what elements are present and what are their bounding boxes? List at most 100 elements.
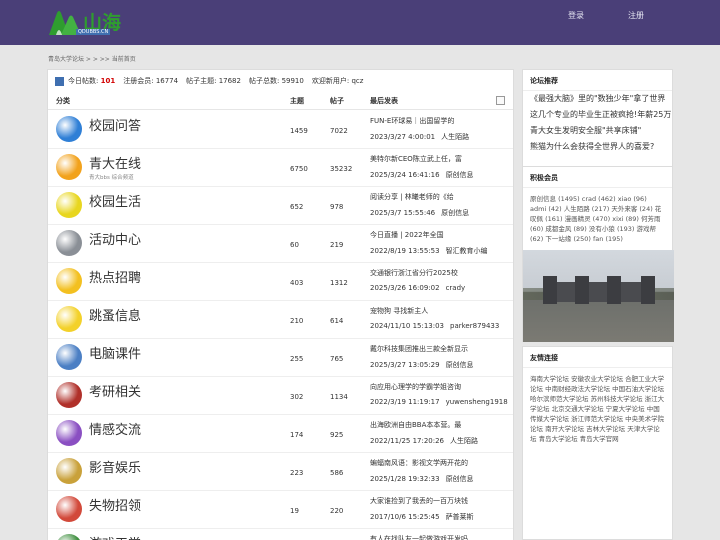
last-post-title[interactable]: 阅读分享 | 林曦老师的《给 <box>370 192 470 202</box>
forum-post-count: 614 <box>330 317 344 325</box>
forum-name[interactable]: 电脑课件 <box>89 343 141 362</box>
last-post-title[interactable]: 交通银行浙江省分行2025校 <box>370 268 470 278</box>
collapse-icon[interactable] <box>496 96 505 105</box>
forum-name[interactable]: 跳蚤信息 <box>89 305 141 324</box>
forum-post-count: 1134 <box>330 393 348 401</box>
recommend-link[interactable]: 《最强大脑》里的"数独少年"拿了世界 <box>523 91 672 107</box>
friend-links-panel: 友情连接 海南大学论坛 安徽农业大学论坛 合肥工业大学论坛 中南财经政法大学论坛… <box>522 346 673 540</box>
forum-row[interactable]: 校园生活 652 978 阅读分享 | 林曦老师的《给 2025/3/7 15:55:4… <box>48 187 513 225</box>
forum-row[interactable]: 校园问答 1459 7022 FUN-E环球易｜出国留学的 2023/3/27 4:00… <box>48 111 513 149</box>
last-post-title[interactable]: FUN-E环球易｜出国留学的 <box>370 116 470 126</box>
chat-bubble-icon[interactable] <box>56 268 82 294</box>
last-post-author[interactable]: yuwensheng1918 <box>446 398 508 406</box>
forum-name[interactable]: 校园生活 <box>89 191 141 210</box>
forum-name[interactable]: 情感交流 <box>89 419 141 438</box>
forum-name[interactable]: 校园问答 <box>89 115 141 134</box>
members-title: 积极会员 <box>523 167 672 188</box>
forum-topic-count: 223 <box>290 469 304 477</box>
last-post-author[interactable]: 萨普莱斯 <box>446 513 474 521</box>
last-post-author[interactable]: parker879433 <box>450 322 499 330</box>
forum-name[interactable]: 考研相关 <box>89 381 141 400</box>
forum-name[interactable]: 影音娱乐 <box>89 457 141 476</box>
active-members-panel: 积极会员 原创信息 (1495) crad (462) xiao (96) ad… <box>522 166 674 342</box>
last-post-author[interactable]: 人生陌路 <box>441 133 469 141</box>
forum-topic-count: 403 <box>290 279 304 287</box>
speech-bubble-icon[interactable] <box>56 116 82 142</box>
breadcrumb[interactable]: 青岛大学论坛 > > >> 当前首页 <box>48 54 136 63</box>
members-label: 注册会员: <box>123 77 154 85</box>
forum-topic-count: 19 <box>290 507 299 515</box>
last-post-date: 2024/11/10 15:13:03 <box>370 322 445 330</box>
last-post-author[interactable]: 原创信息 <box>446 171 474 179</box>
table-header: 分类 主题 帖子 最后发表 <box>48 92 513 110</box>
logo-domain: QDUBBS.CN <box>76 29 111 35</box>
music-note-icon[interactable] <box>56 458 82 484</box>
forum-row[interactable]: 活动中心 60 219 今日直播 | 2022年全国 2022/8/19 13:55:5… <box>48 225 513 263</box>
forum-name[interactable]: 活动中心 <box>89 229 141 248</box>
clock-icon[interactable] <box>56 230 82 256</box>
ninja-face-icon[interactable] <box>56 382 82 408</box>
last-post-date: 2022/3/19 11:19:17 <box>370 398 440 406</box>
forum-row[interactable]: 考研相关 302 1134 向应用心理学的学霸学姐咨询 2022/3/19 11:19:… <box>48 377 513 415</box>
forum-topic-count: 60 <box>290 241 299 249</box>
last-post-author[interactable]: 人生陌路 <box>450 437 478 445</box>
last-post-date: 2025/3/24 16:41:16 <box>370 171 440 179</box>
forum-name[interactable]: 失物招领 <box>89 495 141 514</box>
recommend-link[interactable]: 青大女生发明安全服"共享床铺" <box>523 123 672 139</box>
last-post-title[interactable]: 有人在找队友一起做游戏开发吗 <box>370 534 470 540</box>
flower-icon[interactable] <box>56 420 82 446</box>
game-icon[interactable] <box>56 534 82 540</box>
recommend-title: 论坛推荐 <box>523 70 672 91</box>
forum-name[interactable]: 热点招聘 <box>89 267 141 286</box>
last-post-title[interactable]: 宠物狗 寻找新主人 <box>370 306 470 316</box>
last-post-date: 2022/8/19 13:55:53 <box>370 247 440 255</box>
balloons-icon[interactable] <box>56 496 82 522</box>
forum-row[interactable]: 游戏天堂 有人在找队友一起做游戏开发吗 <box>48 529 513 540</box>
last-post-date: 2022/11/25 17:20:26 <box>370 437 445 445</box>
recommend-link[interactable]: 这几个专业的毕业生正被疯抢!年薪25万 <box>523 107 672 123</box>
register-link[interactable]: 注册 <box>628 10 644 21</box>
forum-row[interactable]: 影音娱乐 223 586 蝙蝠南风语：影视文学两开花的 2025/1/28 19:32:… <box>48 453 513 491</box>
login-link[interactable]: 登录 <box>568 10 584 21</box>
smiley-icon[interactable] <box>56 154 82 180</box>
last-post-author[interactable]: 智汇教育小编 <box>446 247 488 255</box>
last-post-author[interactable]: crady <box>446 284 466 292</box>
forum-row[interactable]: 跳蚤信息 210 614 宠物狗 寻找新主人 2024/11/10 15:13:03 pa… <box>48 301 513 339</box>
campus-photo <box>523 250 674 342</box>
forum-name[interactable]: 青大在线 <box>89 153 141 172</box>
last-post-title[interactable]: 向应用心理学的学霸学姐咨询 <box>370 382 470 392</box>
last-post-date: 2025/3/27 13:05:29 <box>370 361 440 369</box>
forum-post-count: 7022 <box>330 127 348 135</box>
bee-icon[interactable] <box>56 306 82 332</box>
last-post-title[interactable]: 蝙蝠南风语：影视文学两开花的 <box>370 458 470 468</box>
members-list[interactable]: 原创信息 (1495) crad (462) xiao (96) admi (4… <box>523 188 672 250</box>
forum-row[interactable]: 电脑课件 255 765 戴尔科技集团推出三款全新显示 2025/3/27 13:05:… <box>48 339 513 377</box>
forum-post-count: 1312 <box>330 279 348 287</box>
last-post-author[interactable]: 原创信息 <box>441 209 469 217</box>
posts-value: 59910 <box>281 77 304 85</box>
forum-row[interactable]: 热点招聘 403 1312 交通银行浙江省分行2025校 2025/3/26 16:09… <box>48 263 513 301</box>
happy-face-icon[interactable] <box>56 192 82 218</box>
today-posts-label: 今日帖数: <box>68 77 99 85</box>
site-logo[interactable]: 山海 QDUBBS.CN <box>47 7 129 37</box>
forum-row[interactable]: 情感交流 174 925 出海欧洲自由BBA本本营。最 2022/11/25 17:20… <box>48 415 513 453</box>
last-post-title[interactable]: 出海欧洲自由BBA本本营。最 <box>370 420 470 430</box>
computer-icon[interactable] <box>56 344 82 370</box>
last-post-date: 2023/3/27 4:00:01 <box>370 133 436 141</box>
forum-name[interactable]: 游戏天堂 <box>89 533 141 540</box>
last-post-title[interactable]: 今日直播 | 2022年全国 <box>370 230 470 240</box>
forum-post-count: 35232 <box>330 165 353 173</box>
last-post-title[interactable]: 大家谁捡到了我丢的一百万块钱 <box>370 496 470 506</box>
forum-row[interactable]: 失物招领 19 220 大家谁捡到了我丢的一百万块钱 2017/10/6 15:25:4… <box>48 491 513 529</box>
recommend-panel: 论坛推荐 《最强大脑》里的"数独少年"拿了世界 这几个专业的毕业生正被疯抢!年薪… <box>522 69 673 168</box>
last-post-title[interactable]: 戴尔科技集团推出三款全新显示 <box>370 344 470 354</box>
last-post-title[interactable]: 美特尔新CEO陈立武上任，富 <box>370 154 470 164</box>
last-post-author[interactable]: 原创信息 <box>446 475 474 483</box>
last-post-author[interactable]: 原创信息 <box>446 361 474 369</box>
members-value: 16774 <box>155 77 179 85</box>
forum-topic-count: 174 <box>290 431 304 439</box>
new-user-link[interactable]: qcz <box>351 77 363 85</box>
forum-row[interactable]: 青大在线 青大bbs 综合频道 6750 35232 美特尔新CEO陈立武上任，富 202… <box>48 149 513 187</box>
links-list[interactable]: 海南大学论坛 安徽农业大学论坛 合肥工业大学论坛 中南财经政法大学论坛 中国石油… <box>523 368 672 450</box>
recommend-link[interactable]: 熊猫为什么会获得全世界人的喜爱? <box>523 139 672 155</box>
